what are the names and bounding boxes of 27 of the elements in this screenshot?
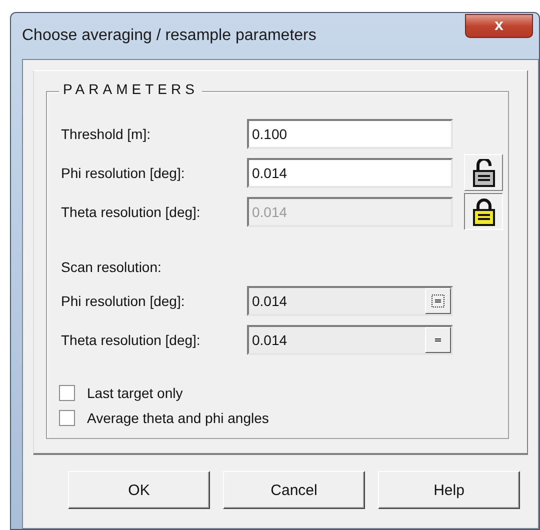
checkbox-label: Average theta and phi angles — [86, 410, 269, 426]
padlock-icon — [472, 198, 496, 226]
spin-field[interactable]: 0.014 — [247, 286, 453, 316]
checkbox[interactable] — [59, 410, 75, 426]
checkbox[interactable] — [59, 385, 75, 401]
input-field[interactable]: 0.014 — [249, 288, 425, 314]
window-title: Choose averaging / resample parameters — [22, 27, 316, 45]
input-field[interactable]: 0.014 — [247, 158, 453, 188]
open-padlock-icon — [472, 158, 496, 186]
field-label: Theta resolution [deg]: — [60, 204, 202, 220]
field-label: Phi resolution [deg]: — [60, 164, 186, 180]
input-field[interactable]: 0.014 — [249, 326, 425, 352]
equals-button[interactable] — [425, 326, 451, 352]
spin-field[interactable]: 0.014 — [247, 324, 453, 354]
equals-icon — [431, 294, 445, 308]
dialog-button[interactable]: OK — [68, 471, 210, 509]
group-title: PARAMETERS — [59, 81, 202, 97]
close-button[interactable]: x — [465, 14, 533, 38]
section-heading: Scan resolution: — [61, 259, 162, 275]
field-label: Phi resolution [deg]: — [60, 292, 186, 308]
dialog-button[interactable]: Help — [378, 471, 520, 509]
equals-button[interactable] — [425, 288, 451, 314]
field-label: Threshold [m]: — [60, 126, 152, 142]
checkbox-label: Last target only — [86, 385, 183, 401]
input-field[interactable]: 0.100 — [247, 118, 453, 148]
field-label: Theta resolution [deg]: — [60, 332, 202, 348]
dialog-button[interactable]: Cancel — [223, 471, 365, 509]
